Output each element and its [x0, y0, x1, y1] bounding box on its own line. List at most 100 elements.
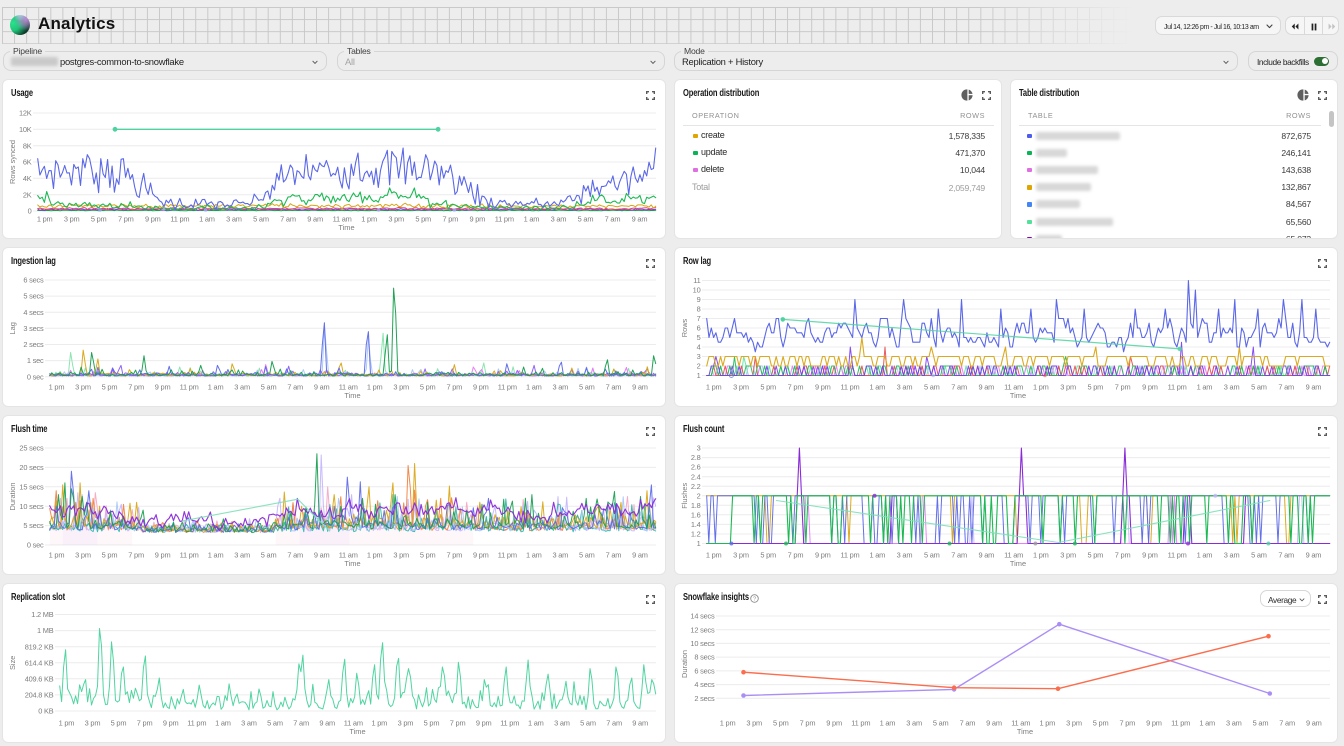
svg-text:3: 3 [697, 352, 701, 361]
svg-text:4 secs: 4 secs [23, 308, 44, 317]
svg-text:5 pm: 5 pm [1087, 383, 1103, 392]
svg-text:7 am: 7 am [606, 383, 622, 392]
svg-text:12 secs: 12 secs [690, 625, 715, 634]
svg-text:1 pm: 1 pm [59, 719, 75, 728]
svg-text:9 am: 9 am [1306, 719, 1322, 728]
svg-text:3 pm: 3 pm [746, 719, 762, 728]
svg-text:9 am: 9 am [632, 551, 648, 560]
svg-text:1 am: 1 am [869, 383, 885, 392]
svg-text:7 pm: 7 pm [450, 719, 466, 728]
svg-text:3 am: 3 am [234, 383, 250, 392]
svg-text:5 am: 5 am [580, 719, 596, 728]
svg-text:5 am: 5 am [578, 215, 594, 224]
svg-text:8: 8 [697, 305, 701, 314]
svg-text:9: 9 [697, 295, 701, 304]
svg-text:1 pm: 1 pm [706, 551, 722, 560]
svg-text:7 am: 7 am [951, 383, 967, 392]
svg-text:10 secs: 10 secs [19, 502, 44, 511]
svg-text:Duration: Duration [680, 650, 689, 678]
svg-text:6 secs: 6 secs [23, 276, 44, 285]
svg-text:Time: Time [344, 391, 360, 400]
svg-text:3 am: 3 am [906, 719, 922, 728]
svg-text:4 secs: 4 secs [694, 680, 715, 689]
svg-text:14 secs: 14 secs [690, 612, 715, 621]
svg-text:5 pm: 5 pm [420, 383, 436, 392]
svg-text:1 am: 1 am [1199, 719, 1215, 728]
svg-text:Rows: Rows [680, 318, 689, 337]
svg-text:11 pm: 11 pm [841, 551, 860, 560]
svg-text:11 pm: 11 pm [1171, 719, 1190, 728]
svg-text:204.8 KB: 204.8 KB [25, 691, 54, 700]
svg-text:Time: Time [1010, 559, 1026, 568]
svg-text:7 am: 7 am [1278, 551, 1294, 560]
svg-text:1 am: 1 am [869, 551, 885, 560]
svg-text:9 pm: 9 pm [163, 719, 179, 728]
svg-text:3 am: 3 am [552, 383, 568, 392]
svg-text:3 secs: 3 secs [23, 324, 44, 333]
svg-text:1 pm: 1 pm [371, 719, 387, 728]
svg-text:9 pm: 9 pm [473, 551, 489, 560]
svg-text:1 pm: 1 pm [361, 215, 377, 224]
svg-text:9 pm: 9 pm [1146, 719, 1162, 728]
svg-text:Time: Time [1010, 391, 1026, 400]
svg-text:10 secs: 10 secs [690, 639, 715, 648]
svg-text:3 pm: 3 pm [1060, 551, 1076, 560]
svg-text:9 am: 9 am [978, 383, 994, 392]
svg-text:1.2: 1.2 [691, 530, 701, 539]
svg-text:1 pm: 1 pm [49, 551, 65, 560]
svg-text:20 secs: 20 secs [19, 463, 44, 472]
svg-text:3 am: 3 am [551, 215, 567, 224]
svg-text:3 pm: 3 pm [388, 215, 404, 224]
svg-text:9 pm: 9 pm [145, 215, 161, 224]
svg-text:7 am: 7 am [287, 551, 303, 560]
svg-text:3 pm: 3 pm [64, 215, 80, 224]
svg-text:0: 0 [28, 207, 32, 216]
svg-text:3 am: 3 am [226, 215, 242, 224]
svg-text:7 am: 7 am [287, 383, 303, 392]
svg-text:4K: 4K [23, 174, 32, 183]
svg-text:5 pm: 5 pm [1093, 719, 1109, 728]
svg-text:Time: Time [338, 223, 354, 232]
svg-text:5 pm: 5 pm [760, 383, 776, 392]
svg-text:7 am: 7 am [293, 719, 309, 728]
svg-text:7 am: 7 am [606, 551, 622, 560]
svg-text:7 am: 7 am [280, 215, 296, 224]
svg-text:3 pm: 3 pm [75, 551, 91, 560]
svg-text:11 pm: 11 pm [841, 383, 860, 392]
svg-text:7 pm: 7 pm [1119, 719, 1135, 728]
svg-text:1 am: 1 am [208, 383, 224, 392]
svg-text:5 pm: 5 pm [91, 215, 107, 224]
svg-text:1 am: 1 am [526, 383, 542, 392]
svg-text:1 am: 1 am [1197, 551, 1213, 560]
svg-text:Flushes: Flushes [680, 483, 689, 509]
svg-text:Time: Time [344, 559, 360, 568]
svg-text:11 pm: 11 pm [851, 719, 870, 728]
svg-text:5 am: 5 am [1253, 719, 1269, 728]
svg-text:2 secs: 2 secs [23, 340, 44, 349]
svg-text:7 am: 7 am [1279, 719, 1295, 728]
svg-text:7 pm: 7 pm [442, 215, 458, 224]
svg-text:1 am: 1 am [1197, 383, 1213, 392]
svg-text:3 pm: 3 pm [393, 383, 409, 392]
svg-text:9 am: 9 am [314, 383, 330, 392]
svg-text:5 am: 5 am [261, 551, 277, 560]
svg-text:3 pm: 3 pm [393, 551, 409, 560]
svg-text:Rows synced: Rows synced [8, 140, 17, 184]
svg-text:5 pm: 5 pm [1087, 551, 1103, 560]
svg-text:9 pm: 9 pm [815, 383, 831, 392]
svg-text:9 am: 9 am [632, 383, 648, 392]
svg-text:1 am: 1 am [880, 719, 896, 728]
svg-text:1 am: 1 am [208, 551, 224, 560]
svg-text:9 am: 9 am [307, 215, 323, 224]
svg-text:3 am: 3 am [897, 383, 913, 392]
svg-text:819.2 KB: 819.2 KB [25, 642, 54, 651]
svg-text:8K: 8K [23, 141, 32, 150]
svg-text:2.4: 2.4 [691, 472, 701, 481]
svg-text:3 pm: 3 pm [1060, 383, 1076, 392]
svg-text:1: 1 [697, 539, 701, 548]
svg-text:3 am: 3 am [554, 719, 570, 728]
svg-text:8 secs: 8 secs [694, 653, 715, 662]
svg-text:1 pm: 1 pm [37, 215, 53, 224]
svg-text:6K: 6K [23, 158, 32, 167]
svg-text:5: 5 [697, 333, 701, 342]
